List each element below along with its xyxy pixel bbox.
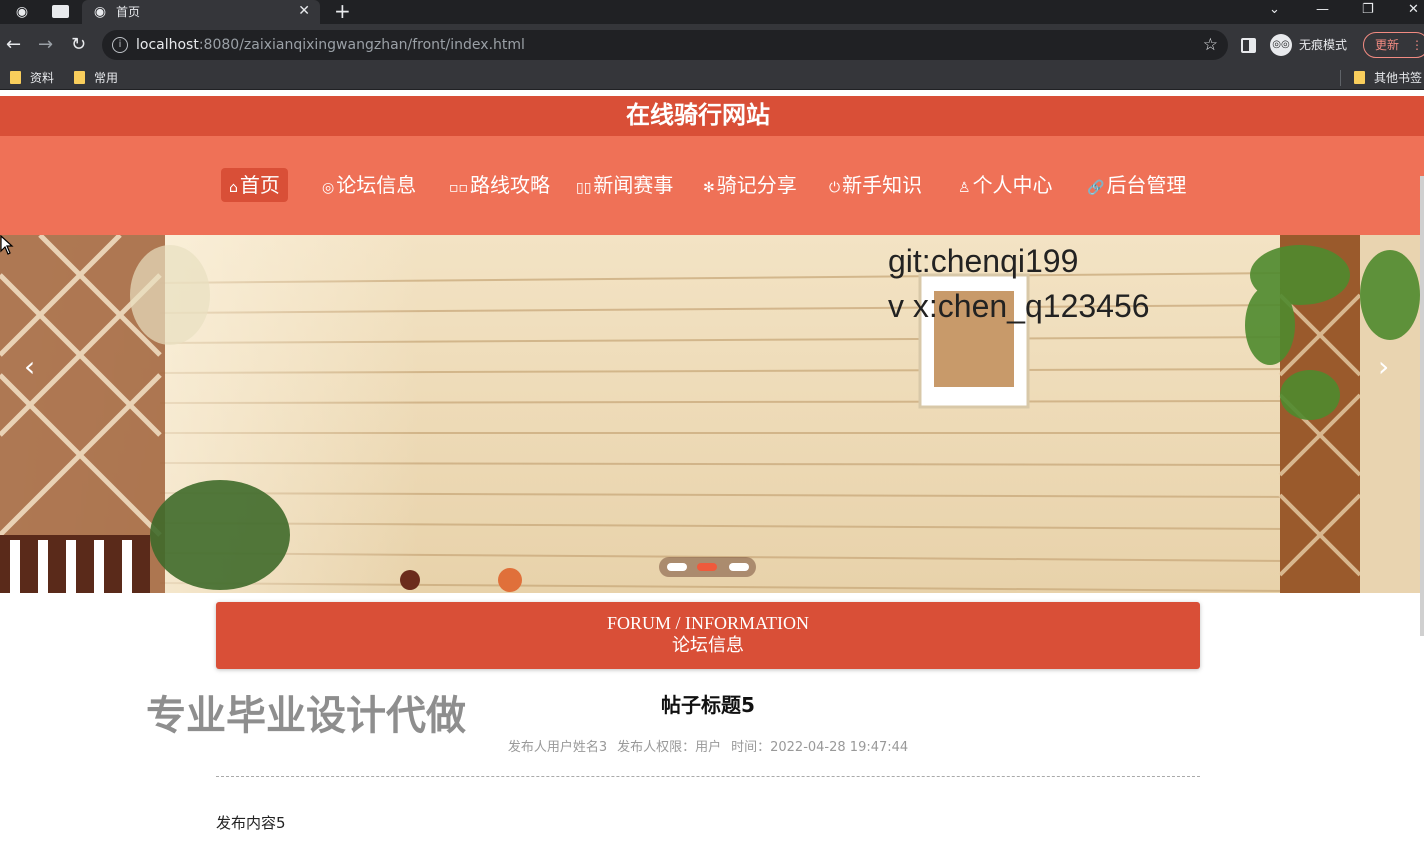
- tab-list-chevron-icon[interactable]: ⌄: [1269, 2, 1280, 18]
- web-page: 在线骑行网站 ⌂ 首页 ◎ 论坛信息 ▫▫ 路线攻略 ▯▯ 新闻赛事 ✻ 骑记分享 ⏻ 新手…: [0, 96, 1424, 848]
- back-arrow-icon[interactable]: ←: [6, 35, 21, 55]
- carousel-dot-3[interactable]: [729, 563, 749, 571]
- tab-title: 首页: [116, 5, 141, 19]
- update-button[interactable]: 更新 ⋮: [1363, 32, 1424, 58]
- post-content: 发布内容5: [216, 814, 286, 832]
- incognito-icon[interactable]: ◎◎: [1270, 34, 1292, 56]
- post-divider: [216, 776, 1200, 777]
- post-meta: 发布人用户姓名3 发布人权限：用户 时间：2022-04-28 19:47:44: [216, 739, 1200, 757]
- news-icon: ▯▯: [576, 180, 592, 196]
- globe-icon[interactable]: ◉: [14, 4, 30, 20]
- power-icon: ⏻: [829, 180, 841, 196]
- grid-icon: ▫▫: [449, 180, 468, 196]
- nav-forum[interactable]: ◎ 论坛信息: [322, 168, 416, 202]
- site-title: 在线骑行网站: [626, 103, 770, 129]
- nav-profile[interactable]: ♙ 个人中心: [958, 168, 1053, 202]
- folder-icon: [10, 71, 21, 84]
- link-icon: 🔗: [1087, 180, 1105, 196]
- carousel-next-arrow-icon[interactable]: ›: [1378, 352, 1389, 382]
- post-permission: 发布人权限：用户: [617, 740, 722, 755]
- folder-icon: [1354, 71, 1365, 84]
- restore-icon[interactable]: ❐: [1362, 2, 1374, 18]
- page-scrollbar[interactable]: [1420, 176, 1424, 636]
- post-time: 时间：2022-04-28 19:47:44: [731, 740, 909, 755]
- section-title-cn: 论坛信息: [672, 635, 744, 656]
- main-nav: ⌂ 首页 ◎ 论坛信息 ▫▫ 路线攻略 ▯▯ 新闻赛事 ✻ 骑记分享 ⏻ 新手知识 ♙ 个人中…: [0, 136, 1424, 235]
- asterisk-icon: ✻: [703, 180, 715, 196]
- carousel-prev-arrow-icon[interactable]: ‹: [24, 352, 35, 382]
- minimize-icon[interactable]: —: [1316, 2, 1329, 18]
- post-title: 帖子标题5: [661, 693, 755, 717]
- site-info-icon[interactable]: i: [112, 37, 128, 53]
- home-icon: ⌂: [229, 180, 238, 196]
- nav-admin[interactable]: 🔗 后台管理: [1087, 168, 1186, 202]
- nav-news[interactable]: ▯▯ 新闻赛事: [576, 168, 673, 202]
- section-title-en: FORUM / INFORMATION: [606, 613, 810, 633]
- nav-share[interactable]: ✻ 骑记分享: [703, 168, 797, 202]
- close-window-icon[interactable]: ✕: [1408, 2, 1419, 18]
- watermark-line2: v x:chen_q123456: [888, 288, 1150, 324]
- nav-routes[interactable]: ▫▫ 路线攻略: [449, 168, 550, 202]
- url-text[interactable]: localhost:8080/zaixianqixingwangzhan/fro…: [136, 37, 525, 53]
- browser-tab-active[interactable]: ◉ 首页 ✕: [82, 0, 320, 24]
- new-tab-button[interactable]: +: [334, 1, 351, 21]
- mouse-pointer-icon: [0, 235, 14, 255]
- reload-icon[interactable]: ↻: [71, 35, 86, 55]
- carousel-dot-2[interactable]: [697, 563, 717, 571]
- carousel-indicators: [659, 557, 756, 577]
- tab-search-icon[interactable]: [52, 5, 69, 18]
- browser-tab-strip: ◉ ◉ 首页 ✕ + ⌄ — ❐ ✕: [0, 0, 1424, 24]
- other-bookmarks[interactable]: 其他书签: [1354, 71, 1422, 85]
- nav-home[interactable]: ⌂ 首页: [221, 168, 288, 202]
- bookmark-star-icon[interactable]: ☆: [1203, 35, 1218, 55]
- watermark-line1: git:chenqi199: [888, 243, 1079, 279]
- close-tab-icon[interactable]: ✕: [298, 3, 310, 19]
- incognito-label[interactable]: 无痕模式: [1299, 38, 1347, 52]
- bookmarks-bar: 资料 常用 其他书签: [0, 66, 1424, 90]
- folder-icon: [74, 71, 85, 84]
- address-bar[interactable]: i localhost:8080/zaixianqixingwangzhan/f…: [102, 30, 1228, 60]
- post-author: 发布人用户姓名3: [507, 740, 608, 755]
- nav-beginner[interactable]: ⏻ 新手知识: [829, 168, 922, 202]
- banner-carousel[interactable]: git:chenqi199 v x:chen_q123456 ‹ ›: [0, 235, 1424, 593]
- banner-image: [0, 235, 1424, 593]
- bookmark-folder-changyong[interactable]: 常用: [74, 71, 118, 85]
- bookmarks-divider: [1340, 70, 1341, 86]
- side-panel-icon[interactable]: [1241, 38, 1256, 53]
- carousel-dot-1[interactable]: [667, 563, 687, 571]
- forum-icon: ◎: [322, 180, 335, 196]
- browser-toolbar: ← → ↻ i localhost:8080/zaixianqixingwang…: [0, 24, 1424, 66]
- globe-icon: ◉: [93, 4, 107, 20]
- user-icon: ♙: [958, 180, 971, 196]
- bookmark-folder-ziliao[interactable]: 资料: [10, 71, 54, 85]
- site-header: 在线骑行网站: [0, 96, 1424, 136]
- section-header: FORUM / INFORMATION 论坛信息: [216, 602, 1200, 669]
- forward-arrow-icon[interactable]: →: [38, 35, 53, 55]
